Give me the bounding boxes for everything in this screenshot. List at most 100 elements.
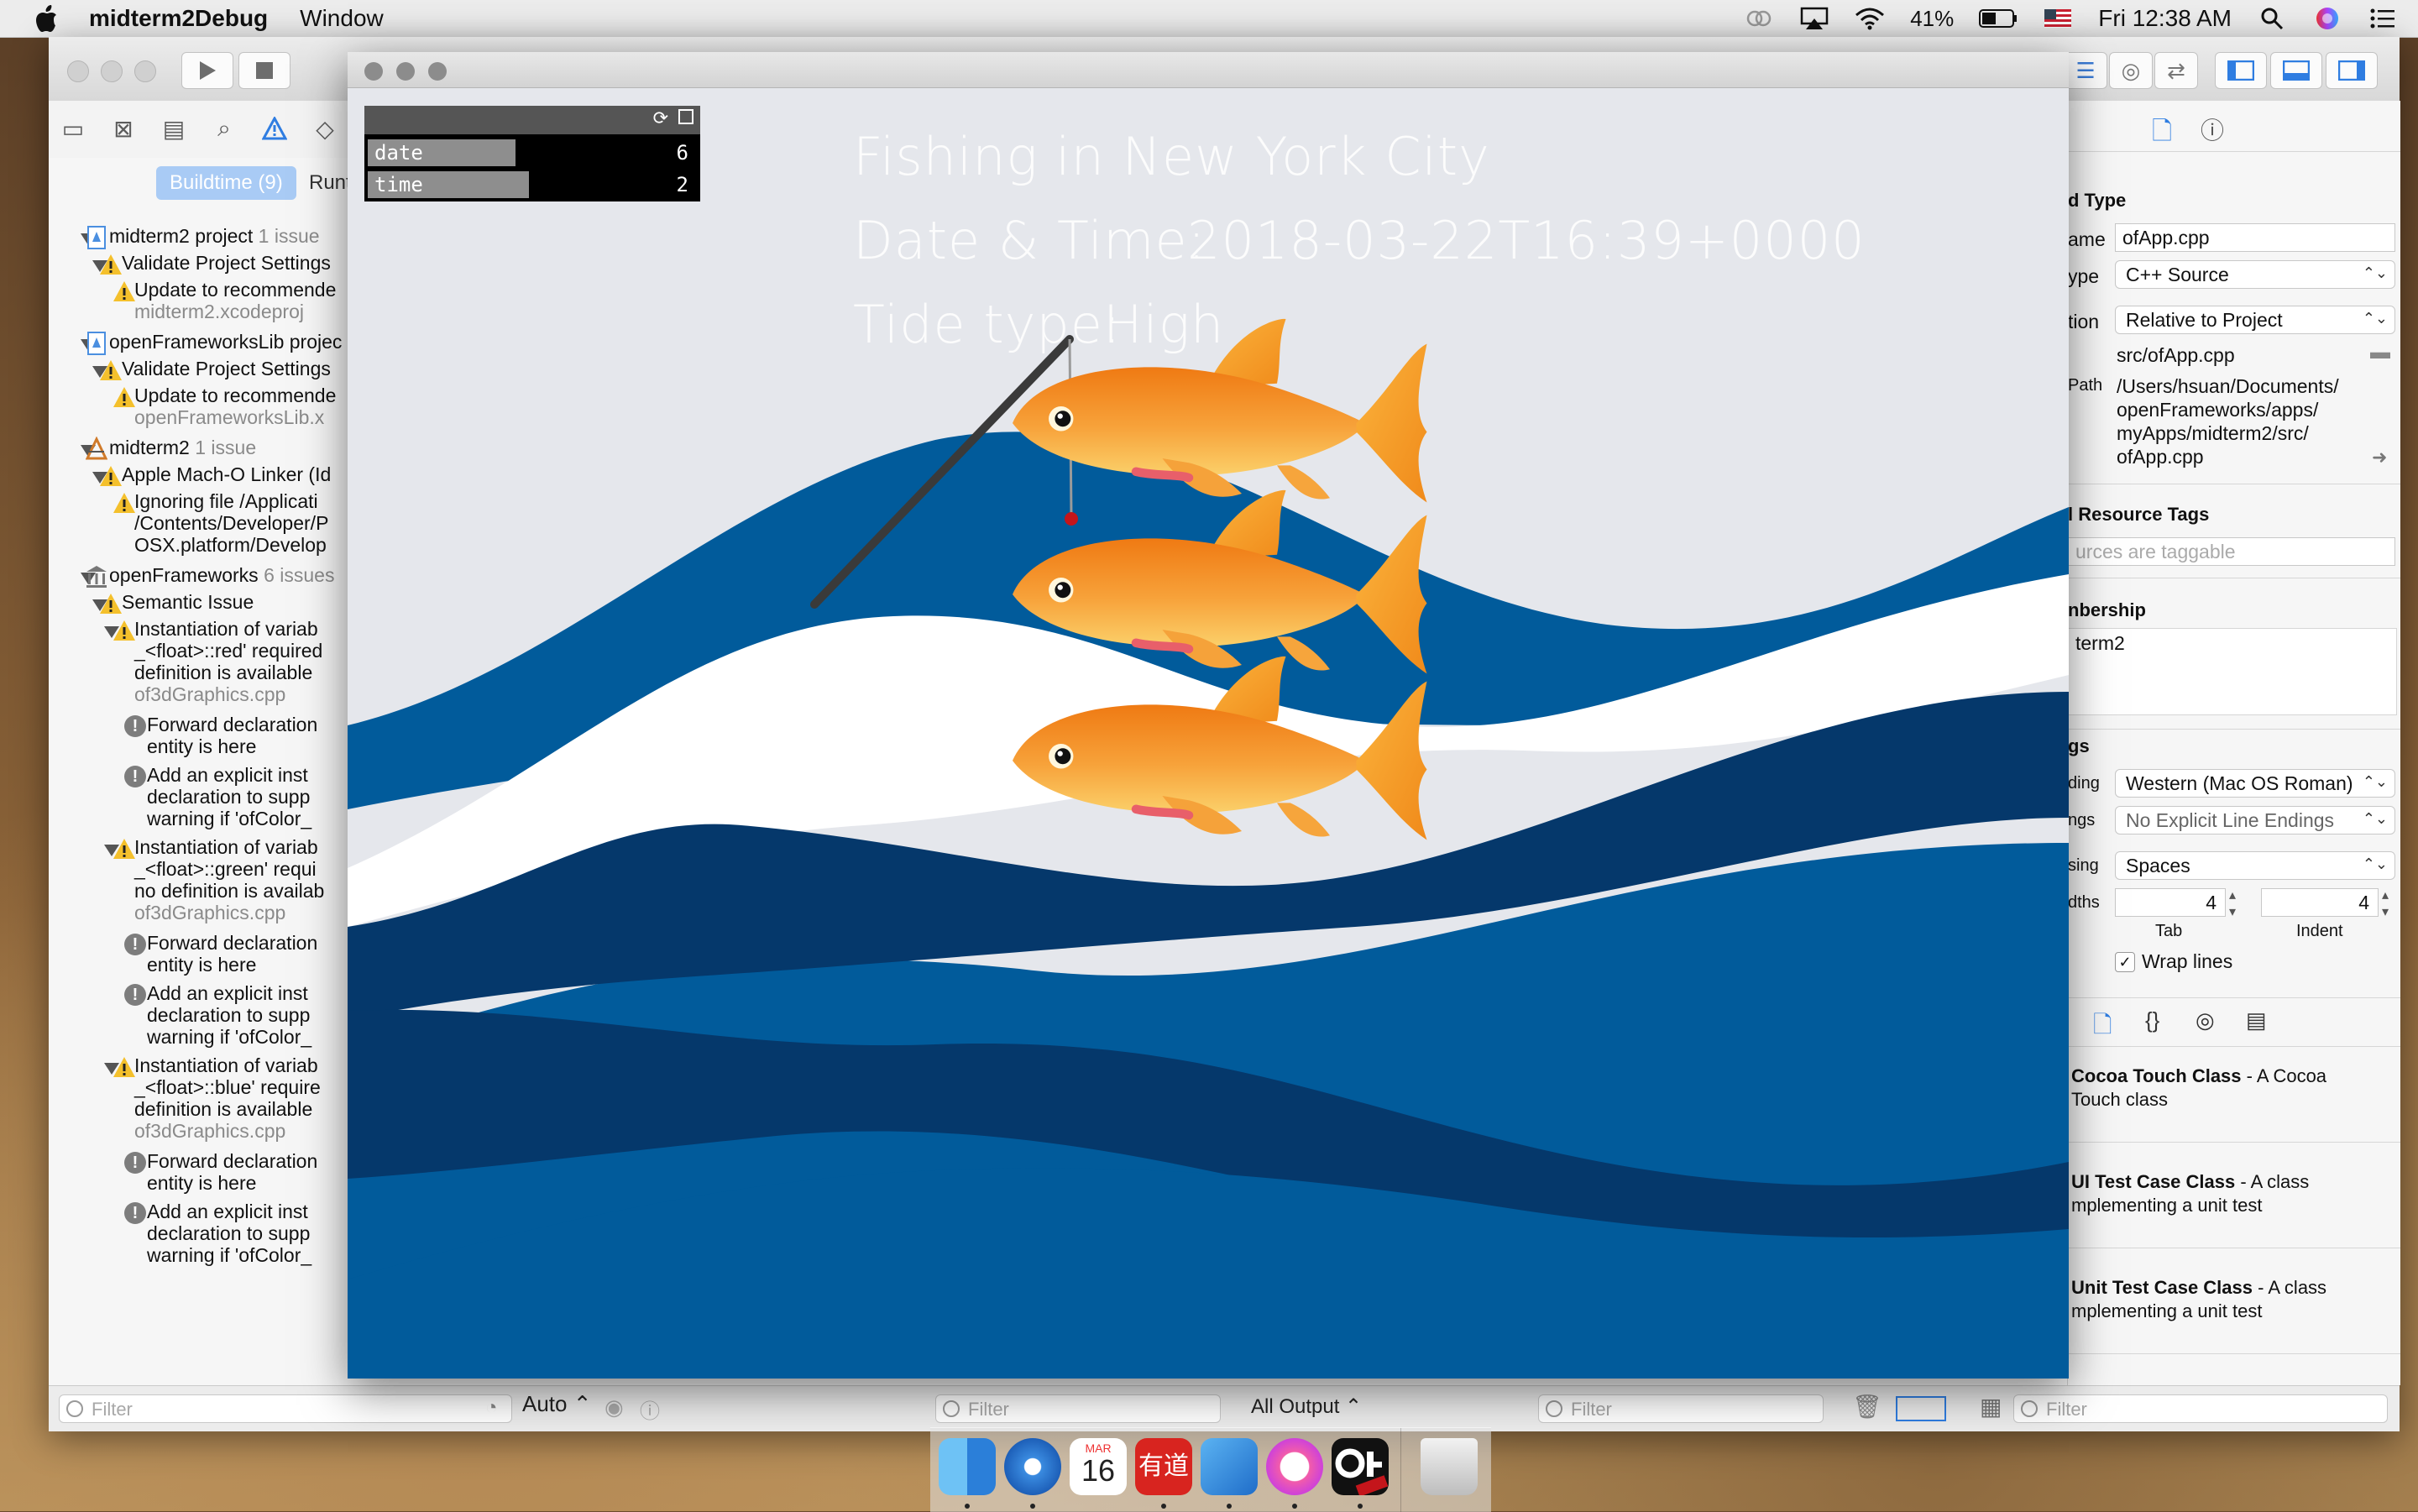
issue-row[interactable]: OSX.platform/Develop — [134, 534, 327, 557]
issue-row[interactable]: Semantic Issue — [122, 591, 254, 614]
wrap-lines-checkbox[interactable]: ✓ — [2115, 952, 2135, 972]
minimize-button[interactable] — [101, 60, 123, 82]
grid-view-icon[interactable]: ▦ — [1980, 1393, 2002, 1420]
issue-group-row[interactable]: openFrameworksLib projec — [109, 331, 342, 353]
file-inspector-icon[interactable]: 🗋 — [2152, 112, 2172, 155]
issue-row[interactable]: Forward declaration — [147, 1150, 317, 1173]
youdao-icon[interactable]: 有道 — [1135, 1438, 1192, 1495]
text-encoding-select[interactable]: Western (Mac OS Roman) — [2115, 768, 2395, 798]
issue-row[interactable]: definition is available — [134, 662, 312, 684]
tab-width-field[interactable]: 4 — [2115, 888, 2226, 917]
issue-row[interactable]: openFrameworksLib.x — [134, 406, 324, 429]
issue-row[interactable]: Forward declaration — [147, 714, 317, 736]
issue-row[interactable]: Add an explicit inst — [147, 982, 308, 1005]
app-zoom-button[interactable] — [428, 62, 447, 81]
safari-icon[interactable] — [1004, 1438, 1061, 1495]
app-minimize-button[interactable] — [396, 62, 415, 81]
issue-row[interactable]: Instantiation of variab — [134, 1054, 318, 1077]
trash-icon[interactable] — [1421, 1438, 1478, 1495]
object-library-icon[interactable]: ◎ — [2196, 1007, 2215, 1033]
app-title-bar[interactable] — [348, 52, 2069, 88]
reveal-arrow-icon[interactable]: ➜ — [2372, 447, 2387, 468]
gui-save-icon[interactable] — [678, 109, 693, 124]
wifi-icon[interactable] — [1855, 6, 1885, 31]
issue-group-row[interactable]: openFrameworks 6 issues — [109, 564, 334, 587]
menu-window[interactable]: Window — [300, 5, 384, 32]
creative-cloud-icon[interactable] — [1744, 6, 1774, 31]
file-name-field[interactable]: ofApp.cpp — [2115, 223, 2395, 252]
indent-using-select[interactable]: Spaces — [2115, 850, 2395, 880]
tab-width-stepper[interactable]: ▴ ▾ — [2229, 887, 2236, 920]
issue-row[interactable]: Update to recommende — [134, 279, 336, 301]
issue-row[interactable]: of3dGraphics.cpp — [134, 683, 285, 706]
indent-width-field[interactable]: 4 — [2261, 888, 2379, 917]
recent-filter-icon[interactable]: ◔ — [485, 1396, 498, 1420]
issue-row[interactable]: _<float>::red' required — [134, 640, 322, 662]
stop-button[interactable] — [238, 52, 290, 89]
issue-navigator-icon[interactable] — [260, 114, 289, 143]
source-control-icon[interactable]: ⊠ — [109, 114, 138, 143]
issue-row[interactable]: of3dGraphics.cpp — [134, 1120, 285, 1143]
itunes-icon[interactable] — [1266, 1438, 1323, 1495]
app-close-button[interactable] — [364, 62, 383, 81]
gui-reload-icon[interactable]: ⟳ — [653, 107, 668, 129]
eye-icon[interactable]: ◉ — [604, 1394, 624, 1420]
zoom-button[interactable] — [134, 60, 156, 82]
buildtime-tab[interactable]: Buildtime (9) — [156, 166, 296, 200]
finder-icon[interactable] — [939, 1438, 996, 1495]
notification-center-icon[interactable] — [2368, 6, 2398, 31]
airplay-icon[interactable] — [1799, 6, 1829, 31]
library-item[interactable]: Cocoa Touch Class - A Cocoa Touch class — [2071, 1065, 2326, 1112]
issue-row[interactable]: declaration to supp — [147, 1222, 310, 1245]
media-library-icon[interactable]: ▤ — [2246, 1007, 2267, 1033]
run-button[interactable] — [181, 52, 233, 89]
console-filter-field[interactable]: Filter — [1538, 1394, 1824, 1423]
location-select[interactable]: Relative to Project — [2115, 305, 2395, 334]
issue-row[interactable]: entity is here — [147, 954, 256, 976]
gui-slider-time[interactable]: time 2 — [368, 171, 697, 198]
split-view-icon[interactable] — [1896, 1396, 1946, 1421]
library-filter-field[interactable]: Filter — [2013, 1394, 2388, 1423]
info-icon[interactable]: ⓘ — [640, 1394, 660, 1424]
issue-row[interactable]: entity is here — [147, 1172, 256, 1195]
issue-row[interactable]: Add an explicit inst — [147, 764, 308, 787]
issue-row[interactable]: warning if 'ofColor_ — [147, 1244, 311, 1267]
xcode-icon[interactable] — [1201, 1438, 1258, 1495]
issue-row[interactable]: Validate Project Settings — [122, 358, 331, 380]
battery-icon[interactable] — [1979, 6, 2018, 31]
gui-slider-date[interactable]: date 6 — [368, 139, 697, 166]
indent-width-stepper[interactable]: ▴ ▾ — [2382, 887, 2389, 920]
calendar-icon[interactable]: MAR 16 — [1070, 1438, 1127, 1495]
issue-row[interactable]: warning if 'ofColor_ — [147, 808, 311, 830]
symbol-icon[interactable]: ▤ — [160, 114, 188, 143]
folder-icon[interactable]: ▬ — [2370, 341, 2390, 364]
membership-list[interactable]: term2 — [2068, 628, 2397, 715]
trash-console-icon[interactable]: 🗑 — [1852, 1393, 1882, 1420]
menu-app-name[interactable]: midterm2Debug — [89, 5, 268, 32]
flag-us-icon[interactable] — [2043, 6, 2073, 31]
issue-row[interactable]: Add an explicit inst — [147, 1201, 308, 1223]
code-snippet-library-icon[interactable]: {} — [2145, 1007, 2159, 1033]
issue-row[interactable]: of3dGraphics.cpp — [134, 902, 285, 924]
file-template-library-icon[interactable]: 🗋 — [2093, 1007, 2112, 1048]
gui-header[interactable]: ⟳ — [364, 106, 700, 134]
test-icon[interactable]: ◇ — [311, 114, 339, 143]
issue-group-row[interactable]: midterm2 1 issue — [109, 437, 256, 459]
issue-row[interactable]: declaration to supp — [147, 786, 310, 808]
spotlight-icon[interactable] — [2257, 6, 2287, 31]
issue-row[interactable]: _<float>::green' requi — [134, 858, 317, 881]
issue-row[interactable]: Update to recommende — [134, 385, 336, 407]
issue-group-row[interactable]: midterm2 project 1 issue — [109, 225, 320, 248]
issue-row[interactable]: declaration to supp — [147, 1004, 310, 1027]
issue-row[interactable]: no definition is availab — [134, 880, 324, 902]
issue-row[interactable]: Instantiation of variab — [134, 836, 318, 859]
library-item[interactable]: UI Test Case Class - A class mplementing… — [2071, 1170, 2309, 1217]
issue-row[interactable]: Forward declaration — [147, 932, 317, 955]
toggle-navigator-button[interactable] — [2215, 52, 2267, 89]
quick-help-icon[interactable]: ⓘ — [2201, 112, 2224, 146]
issue-row[interactable]: Ignoring file /Applicati — [134, 490, 318, 513]
output-selector[interactable]: All Output ⌃ — [1251, 1394, 1362, 1419]
issue-row[interactable]: Validate Project Settings — [122, 252, 331, 275]
variables-filter-field[interactable]: Filter — [935, 1394, 1221, 1423]
clock[interactable]: Fri 12:38 AM — [2098, 5, 2232, 32]
